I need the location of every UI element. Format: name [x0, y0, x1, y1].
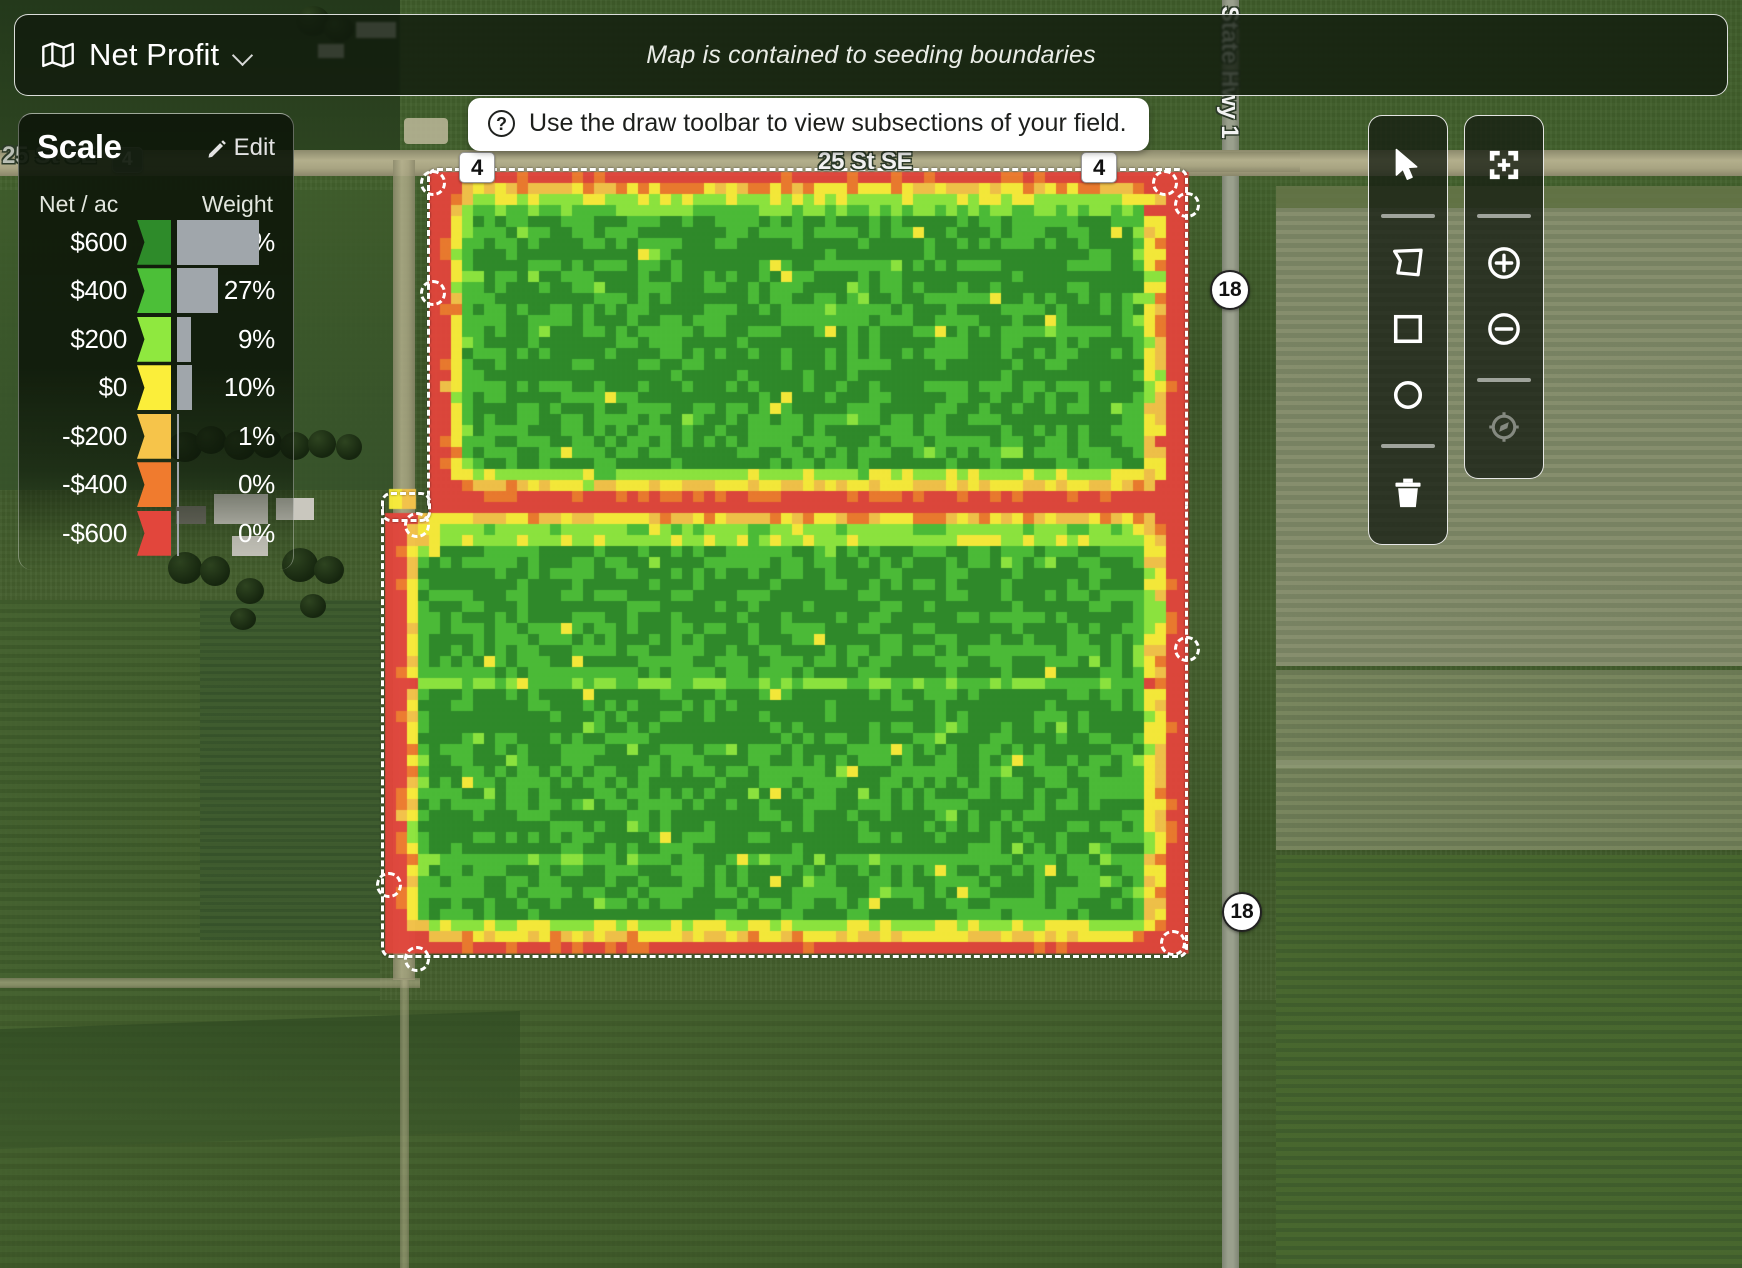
scale-legend-row: $0 10%: [37, 364, 275, 413]
scale-row-value: $200: [37, 324, 137, 355]
cursor-arrow-icon: [1393, 148, 1423, 187]
scale-row-color-swatch: [137, 220, 171, 265]
zoom-out-button[interactable]: [1466, 298, 1542, 364]
scale-row-color-swatch: [137, 511, 171, 556]
scale-row-color-swatch: [137, 414, 171, 459]
cursor-select-tool[interactable]: [1370, 134, 1446, 200]
scale-row-weight-bar-area: [171, 462, 199, 507]
scale-row-weight-bar: [177, 511, 179, 556]
compass-icon: [1487, 410, 1521, 449]
minus-circle-icon: [1487, 312, 1521, 351]
fit-bounds-icon: [1487, 148, 1521, 187]
scale-row-color-swatch: [137, 462, 171, 507]
draw-toolbar-hint-text: Use the draw toolbar to view subsections…: [529, 109, 1127, 138]
toolbar-divider: [1477, 378, 1531, 382]
scale-row-weight-bar: [177, 268, 218, 313]
scale-legend-row: -$200 1%: [37, 412, 275, 461]
scale-legend-row: $40027%: [37, 267, 275, 316]
draw-toolbar: [1368, 115, 1448, 545]
circle-icon: [1393, 380, 1423, 415]
scale-row-value: $600: [37, 227, 137, 258]
pencil-icon: [207, 138, 227, 158]
map-header-bar: Map is contained to seeding boundaries N…: [14, 14, 1728, 96]
street-label-top: 25 St SE: [818, 148, 912, 176]
scale-row-weight-bar-area: [171, 317, 199, 362]
scale-row-color-swatch: [137, 268, 171, 313]
folded-map-icon: [41, 41, 75, 69]
edit-scale-label: Edit: [234, 134, 275, 162]
scale-row-weight-bar-area: [171, 268, 199, 313]
scale-panel-title: Scale: [37, 130, 122, 163]
scale-row-weight-value: 0%: [199, 469, 275, 500]
draw-toolbar-hint: ? Use the draw toolbar to view subsectio…: [468, 98, 1149, 151]
polygon-icon: [1391, 248, 1425, 283]
scale-legend-panel: Scale Edit Net / ac Weight $60054%$40027…: [18, 113, 294, 570]
route-shield-left: 4: [459, 152, 495, 183]
scale-row-weight-value: 10%: [199, 372, 275, 403]
plus-circle-icon: [1487, 246, 1521, 285]
toolbar-divider: [1381, 214, 1435, 218]
scale-legend-row: $200 9%: [37, 315, 275, 364]
toolbar-divider: [1477, 214, 1531, 218]
scale-row-color-swatch: [137, 365, 171, 410]
scale-row-weight-value: 1%: [199, 421, 275, 452]
polygon-draw-tool[interactable]: [1370, 232, 1446, 298]
scale-col-weight-header: Weight: [202, 191, 273, 218]
scale-row-weight-bar: [177, 365, 192, 410]
header-note: Map is contained to seeding boundaries: [15, 41, 1727, 70]
delete-shapes-tool[interactable]: [1370, 462, 1446, 528]
road-state-hwy-1: [1222, 0, 1239, 1268]
zoom-in-button[interactable]: [1466, 232, 1542, 298]
fit-to-bounds-button[interactable]: [1466, 134, 1542, 200]
scale-row-value: $400: [37, 275, 137, 306]
scale-legend-row: -$600 0%: [37, 509, 275, 558]
scale-legend-row: -$400 0%: [37, 461, 275, 510]
rectangle-draw-tool[interactable]: [1370, 298, 1446, 364]
scale-row-weight-bar-area: [171, 414, 199, 459]
scale-col-value-header: Net / ac: [39, 191, 118, 218]
scale-row-weight-value: 0%: [199, 518, 275, 549]
scale-legend-row: $60054%: [37, 218, 275, 267]
square-icon: [1393, 314, 1423, 349]
scale-row-color-swatch: [137, 317, 171, 362]
edit-scale-button[interactable]: Edit: [207, 134, 275, 162]
scale-row-value: -$400: [37, 469, 137, 500]
scale-row-weight-value: 9%: [199, 324, 275, 355]
scale-row-weight-bar: [177, 220, 259, 265]
trash-icon: [1393, 477, 1423, 514]
route-marker-upper: 18: [1210, 270, 1250, 310]
map-application: 25 St SE 4 4 25 St SE 4 State Hwy 1 18 1…: [0, 0, 1742, 1268]
question-circle-icon: ?: [488, 110, 515, 137]
zoom-toolbar: [1464, 115, 1544, 479]
scale-row-weight-bar: [177, 317, 191, 362]
route-shield-right: 4: [1081, 152, 1117, 183]
scale-row-value: -$200: [37, 421, 137, 452]
route-marker-lower: 18: [1222, 892, 1262, 932]
locate-me-button[interactable]: [1466, 396, 1542, 462]
scale-legend-rows: $60054%$40027%$2009%$010%-$2001%-$4000%-…: [37, 218, 275, 558]
scale-row-weight-bar: [177, 462, 179, 507]
toolbar-divider: [1381, 444, 1435, 448]
scale-row-weight-bar-area: [171, 365, 199, 410]
scale-row-weight-bar: [177, 414, 179, 459]
circle-draw-tool[interactable]: [1370, 364, 1446, 430]
map-type-label: Net Profit: [89, 37, 219, 73]
scale-row-weight-bar-area: [171, 220, 199, 265]
map-type-selector[interactable]: Net Profit: [41, 37, 253, 73]
scale-row-value: $0: [37, 372, 137, 403]
chevron-down-icon[interactable]: [233, 45, 253, 65]
scale-row-weight-bar-area: [171, 511, 199, 556]
scale-row-value: -$600: [37, 518, 137, 549]
